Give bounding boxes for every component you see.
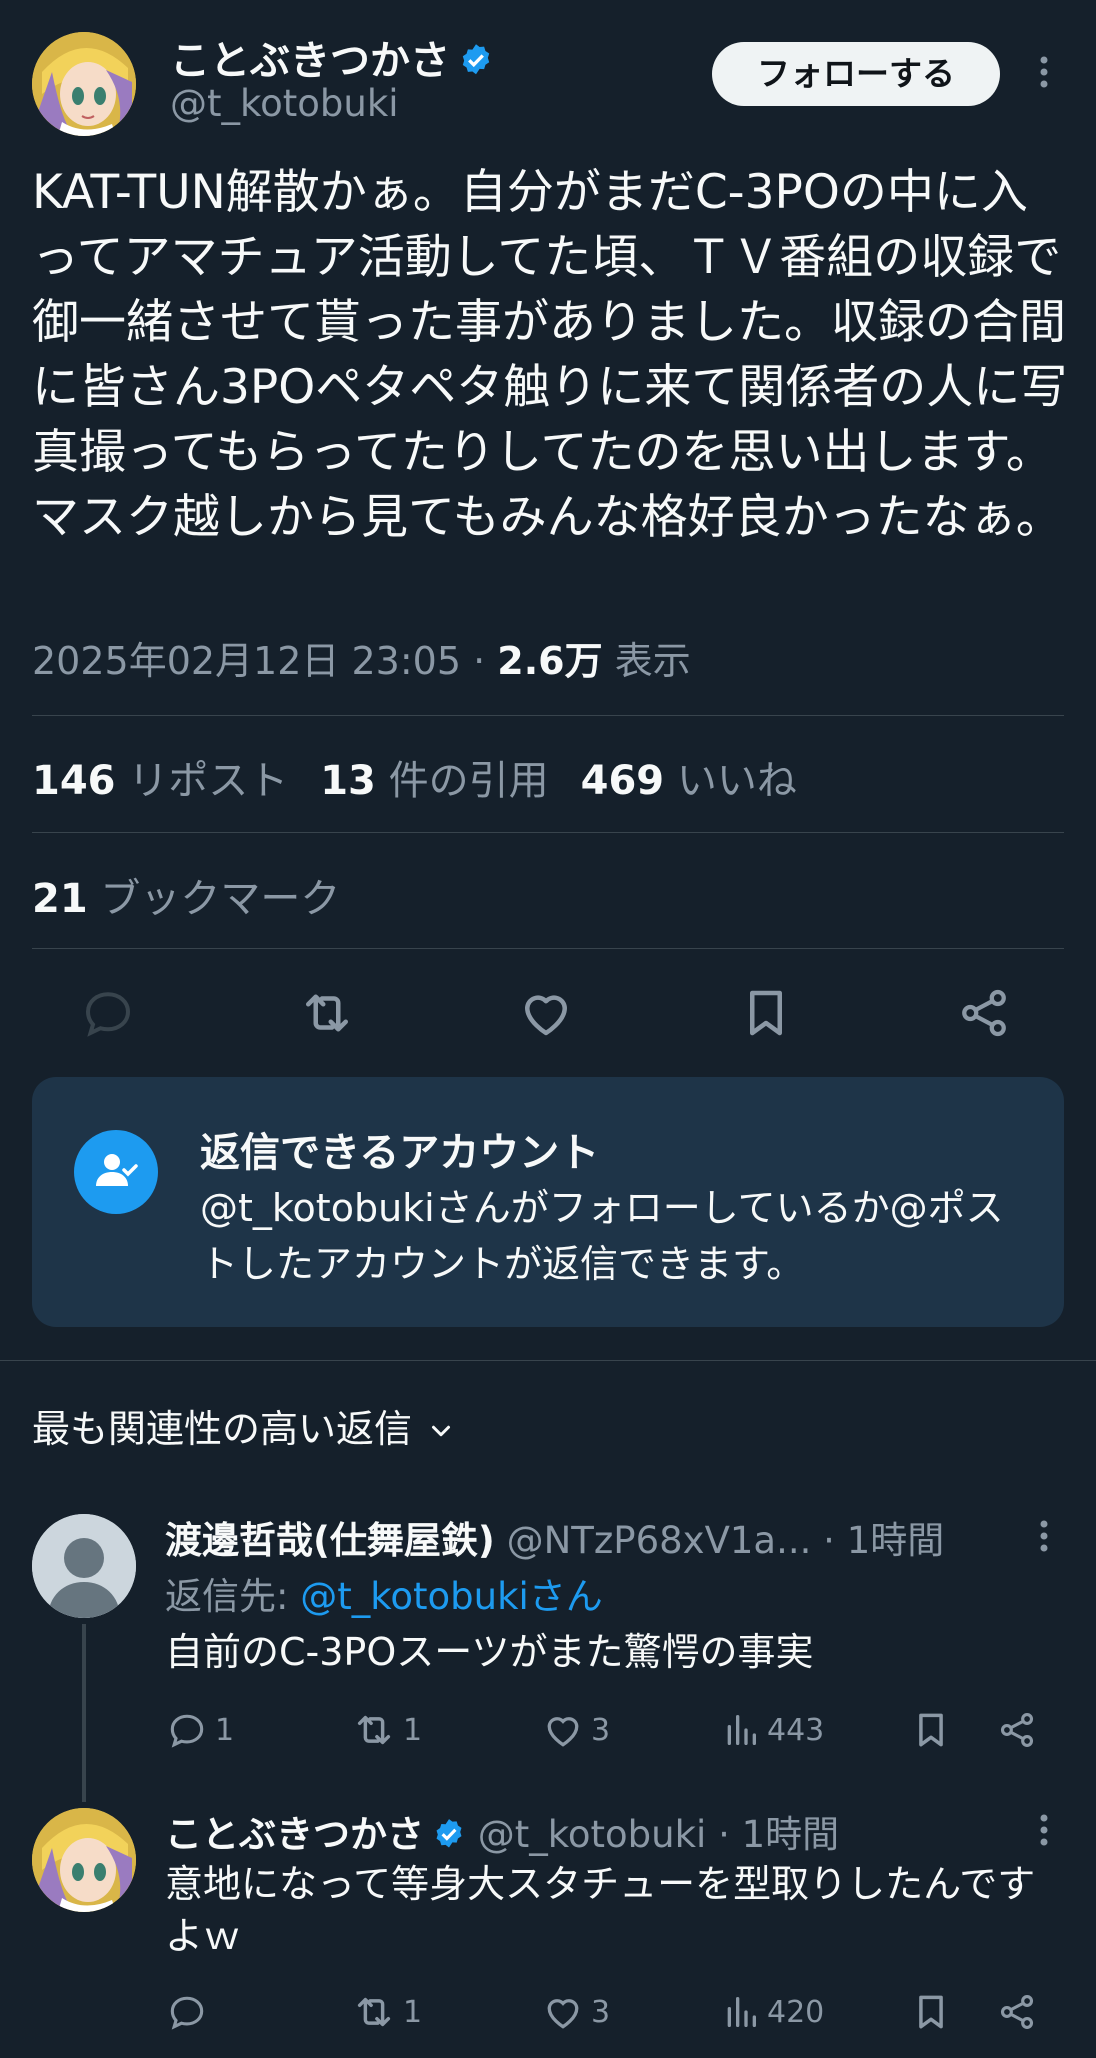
reply-to-handle[interactable]: @t_kotobukiさん (300, 1575, 603, 1618)
like-icon (547, 1999, 579, 2029)
engagement-stats: 146 リポスト 13 件の引用 469 いいね (32, 748, 797, 806)
likes-count: 469 (580, 758, 665, 804)
divider (32, 715, 1064, 716)
reply-views-button[interactable]: 420 (721, 1982, 824, 2042)
reply-action-bar: 1 1 3 443 (165, 1700, 1065, 1760)
author-avatar[interactable] (32, 32, 136, 136)
reposts-count: 146 (32, 758, 116, 804)
divider (32, 832, 1064, 833)
bookmarks-count: 21 (32, 876, 88, 922)
reply-reply-button[interactable]: 1 (165, 1700, 234, 1760)
reply-views-button[interactable]: 443 (721, 1700, 824, 1760)
share-icon[interactable] (995, 1982, 1045, 2042)
default-avatar-icon (32, 1514, 136, 1618)
reply-avatar[interactable] (32, 1808, 136, 1912)
views-count: 2.6万 (497, 639, 603, 683)
share-icon[interactable] (995, 1700, 1045, 1760)
repost-icon[interactable] (297, 983, 357, 1043)
reply-avatar[interactable] (32, 1514, 136, 1618)
reply-restriction-title: 返信できるアカウント (200, 1130, 600, 1176)
bookmark-icon[interactable] (909, 1700, 959, 1760)
author-name[interactable]: ことぶきつかさ (170, 28, 494, 86)
divider (0, 1360, 1096, 1361)
reply-reply-button[interactable] (165, 1982, 215, 2042)
likes-stat[interactable]: 469 いいね (581, 758, 797, 804)
reply-repost-button[interactable]: 1 (351, 1982, 422, 2042)
more-options-icon[interactable] (1024, 1516, 1064, 1556)
reposts-stat[interactable]: 146 リポスト (32, 758, 288, 804)
reply-like-button[interactable]: 3 (541, 1700, 610, 1760)
reply-author-handle[interactable]: @NTzP68xV1a... (507, 1519, 812, 1562)
reply-sort-dropdown[interactable]: 最も関連性の高い返信 (32, 1398, 456, 1453)
reply-header: 渡邊哲哉(仕舞屋鉄) @NTzP68xV1a... · 1時間 (165, 1510, 944, 1564)
divider (32, 948, 1064, 949)
like-count: 3 (591, 1994, 611, 2030)
reply-time[interactable]: · 1時間 (823, 1519, 944, 1562)
repost-icon (357, 1997, 391, 2027)
views-icon (727, 1715, 756, 1745)
share-icon[interactable] (954, 983, 1014, 1043)
reply-icon (170, 1714, 204, 1748)
bookmarks-stat[interactable]: 21 ブックマーク (32, 866, 340, 924)
verified-badge-icon (436, 1819, 462, 1848)
repost-count: 1 (403, 1994, 423, 2030)
view-count: 443 (767, 1712, 825, 1748)
likes-label: いいね (676, 758, 797, 804)
post-timestamp[interactable]: 2025年02月12日 23:05 (32, 639, 461, 683)
quotes-count: 13 (320, 758, 376, 804)
bookmarks-label: ブックマーク (100, 876, 341, 922)
views-icon (727, 1997, 756, 2027)
reply-text: 意地になって等身大スタチューを型取りしたんですよｗ (165, 1862, 1036, 1958)
like-icon (547, 1717, 579, 1747)
post-action-bar (0, 975, 1096, 1051)
reply-icon (170, 1996, 204, 2030)
repost-count: 1 (403, 1712, 423, 1748)
thread-line (82, 1624, 86, 1802)
reply-like-button[interactable]: 3 (541, 1982, 610, 2042)
post-text: KAT-TUN解散かぁ。自分がまだC-3POの中に入ってアマチュア活動してた頃、… (32, 165, 1068, 545)
verified-badge-icon (462, 44, 490, 75)
sort-label: 最も関連性の高い返信 (32, 1407, 413, 1451)
reply-action-bar: 1 3 420 (165, 1982, 1065, 2042)
reposts-label: リポスト (128, 758, 289, 804)
reply-author-name[interactable]: ことぶきつかさ (165, 1813, 424, 1856)
reply-author-name[interactable]: 渡邊哲哉(仕舞屋鉄) (165, 1519, 495, 1562)
reply-restriction-body: @t_kotobukiさんがフォローしているか@ポストしたアカウントが返信できま… (200, 1186, 1004, 1286)
reply-icon[interactable] (78, 983, 138, 1043)
reply-to-line: 返信先: @t_kotobukiさん (165, 1566, 603, 1620)
view-count: 420 (767, 1994, 825, 2030)
bookmark-icon[interactable] (736, 983, 796, 1043)
like-icon[interactable] (516, 983, 576, 1043)
quotes-stat[interactable]: 13 件の引用 (320, 758, 548, 804)
bookmark-icon[interactable] (909, 1982, 959, 2042)
post-meta: 2025年02月12日 23:05 · 2.6万 表示 (32, 630, 691, 685)
more-options-icon[interactable] (1024, 1810, 1064, 1850)
more-options-icon[interactable] (1024, 52, 1064, 92)
author-handle[interactable]: @t_kotobuki (170, 82, 399, 125)
reply-header: ことぶきつかさ @t_kotobuki · 1時間 (165, 1804, 839, 1858)
reply-author-handle[interactable]: @t_kotobuki (478, 1813, 707, 1856)
author-name-text: ことぶきつかさ (170, 38, 450, 84)
views-label: 表示 (614, 639, 691, 683)
user-check-icon (74, 1130, 158, 1214)
meta-separator: · (473, 639, 486, 683)
repost-icon (357, 1715, 391, 1745)
chevron-down-icon (432, 1425, 451, 1437)
follow-button[interactable]: フォローする (712, 42, 1000, 106)
quotes-label: 件の引用 (388, 758, 549, 804)
reply-text: 自前のC-3POスーツがまた驚愕の事実 (165, 1630, 814, 1674)
like-count: 3 (591, 1712, 611, 1748)
reply-repost-button[interactable]: 1 (351, 1700, 422, 1760)
reply-time[interactable]: · 1時間 (718, 1813, 839, 1856)
reply-count: 1 (215, 1712, 235, 1748)
reply-to-prefix: 返信先: (165, 1575, 301, 1618)
